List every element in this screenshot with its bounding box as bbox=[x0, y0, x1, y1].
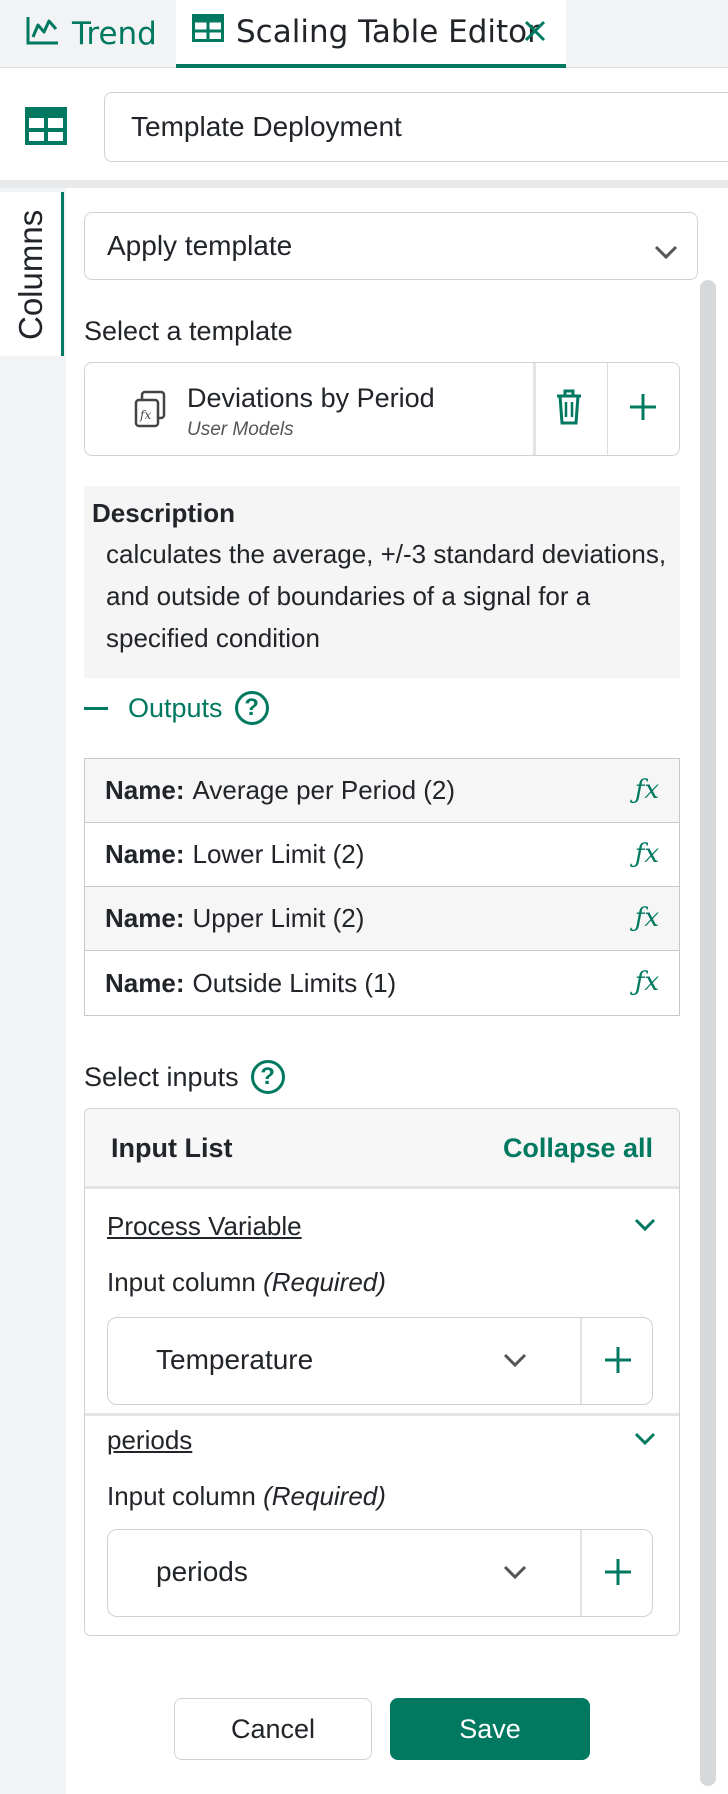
input-item-divider bbox=[85, 1413, 679, 1416]
input-list-title: Input List bbox=[111, 1133, 233, 1163]
output-row: Name: Lower Limit (2) ƒx bbox=[85, 823, 679, 887]
mode-select[interactable]: Apply template bbox=[84, 212, 698, 280]
required-text: (Required) bbox=[263, 1267, 386, 1297]
editor-header: Template Deployment bbox=[0, 68, 728, 188]
template-source: User Models bbox=[187, 419, 294, 440]
tab-trend[interactable]: Trend bbox=[26, 0, 157, 68]
output-name-prefix: Name: bbox=[105, 967, 185, 998]
outputs-table: Name: Average per Period (2) ƒx Name: Lo… bbox=[84, 758, 680, 1016]
output-row: Name: Average per Period (2) ƒx bbox=[85, 759, 679, 823]
input-column-label: Input column (Required) bbox=[107, 1481, 386, 1512]
input-list-header: Input List Collapse all bbox=[85, 1109, 679, 1189]
input-name[interactable]: periods bbox=[107, 1425, 192, 1456]
input-column-select[interactable]: Temperature bbox=[107, 1317, 653, 1405]
outputs-toggle[interactable]: Outputs ? bbox=[84, 688, 269, 728]
outputs-help-icon[interactable]: ? bbox=[234, 691, 269, 725]
outputs-label: Outputs bbox=[128, 692, 223, 723]
tab-strip: Trend Scaling Table Editor bbox=[0, 0, 728, 68]
divider bbox=[580, 1530, 582, 1616]
output-row: Name: Outside Limits (1) ƒx bbox=[85, 951, 679, 1015]
template-description: Description calculates the average, +/-3… bbox=[84, 486, 680, 678]
table-name-input[interactable]: Template Deployment bbox=[104, 92, 728, 162]
tab-trend-label: Trend bbox=[72, 16, 157, 52]
trend-icon bbox=[26, 15, 60, 53]
add-input-button[interactable] bbox=[602, 1556, 634, 1592]
input-name[interactable]: Process Variable bbox=[107, 1211, 302, 1242]
output-name-prefix: Name: bbox=[105, 839, 185, 869]
description-text: calculates the average, +/-3 standard de… bbox=[106, 539, 667, 653]
select-inputs-label: Select inputs bbox=[84, 1061, 239, 1092]
table-icon bbox=[192, 14, 224, 50]
cancel-button[interactable]: Cancel bbox=[174, 1698, 372, 1760]
output-name: Upper Limit (2) bbox=[192, 903, 365, 933]
divider bbox=[533, 363, 536, 455]
output-name: Outside Limits (1) bbox=[192, 967, 397, 998]
output-name-prefix: Name: bbox=[105, 775, 185, 805]
output-row: Name: Upper Limit (2) ƒx bbox=[85, 887, 679, 951]
delete-template-button[interactable] bbox=[553, 387, 585, 431]
output-name: Lower Limit (2) bbox=[192, 839, 365, 869]
formula-icon[interactable]: ƒx bbox=[635, 775, 659, 805]
chevron-down-icon bbox=[502, 1564, 528, 1584]
svg-text:fx: fx bbox=[139, 408, 151, 422]
input-list: Input List Collapse all Process Variable… bbox=[84, 1108, 680, 1636]
input-column-value: Temperature bbox=[156, 1344, 314, 1375]
selected-template-card[interactable]: fx Deviations by Period User Models bbox=[84, 362, 680, 456]
panel-scrollbar[interactable] bbox=[700, 280, 716, 1786]
formula-icon[interactable]: ƒx bbox=[635, 839, 659, 869]
chevron-down-icon[interactable] bbox=[633, 1217, 657, 1237]
divider bbox=[607, 363, 608, 455]
collapse-all-button[interactable]: Collapse all bbox=[503, 1133, 653, 1164]
collapse-icon bbox=[84, 706, 108, 710]
input-column-text: Input column bbox=[107, 1267, 264, 1297]
formula-icon[interactable]: ƒx bbox=[635, 903, 659, 933]
input-column-value: periods bbox=[156, 1556, 248, 1587]
inputs-help-icon[interactable]: ? bbox=[250, 1060, 285, 1094]
input-column-label: Input column (Required) bbox=[107, 1267, 386, 1298]
input-column-select[interactable]: periods bbox=[107, 1529, 653, 1617]
columns-rail-label: Columns bbox=[12, 209, 49, 340]
template-name: Deviations by Period bbox=[187, 383, 435, 413]
close-icon[interactable] bbox=[518, 14, 552, 48]
mode-select-value: Apply template bbox=[107, 230, 293, 261]
chevron-down-icon[interactable] bbox=[633, 1431, 657, 1451]
formula-template-icon: fx bbox=[133, 389, 167, 433]
chevron-down-icon bbox=[653, 235, 679, 267]
output-name: Average per Period (2) bbox=[192, 775, 456, 805]
formula-icon[interactable]: ƒx bbox=[635, 967, 659, 997]
select-inputs-header: Select inputs ? bbox=[84, 1060, 285, 1094]
columns-rail-tab[interactable]: Columns bbox=[0, 192, 64, 356]
add-template-button[interactable] bbox=[627, 391, 659, 427]
add-input-button[interactable] bbox=[602, 1344, 634, 1380]
description-title: Description bbox=[92, 498, 236, 528]
table-name-value: Template Deployment bbox=[131, 111, 402, 142]
tab-scaling-table-editor[interactable]: Scaling Table Editor bbox=[176, 0, 566, 68]
scaling-table-icon bbox=[25, 107, 67, 149]
divider bbox=[580, 1318, 582, 1404]
chevron-down-icon bbox=[502, 1352, 528, 1372]
tab-editor-label: Scaling Table Editor bbox=[236, 14, 540, 50]
select-template-label: Select a template bbox=[84, 316, 293, 346]
save-button[interactable]: Save bbox=[390, 1698, 590, 1760]
side-rail: Columns bbox=[0, 188, 66, 1794]
input-column-text: Input column bbox=[107, 1481, 264, 1511]
required-text: (Required) bbox=[263, 1481, 386, 1511]
output-name-prefix: Name: bbox=[105, 903, 185, 933]
